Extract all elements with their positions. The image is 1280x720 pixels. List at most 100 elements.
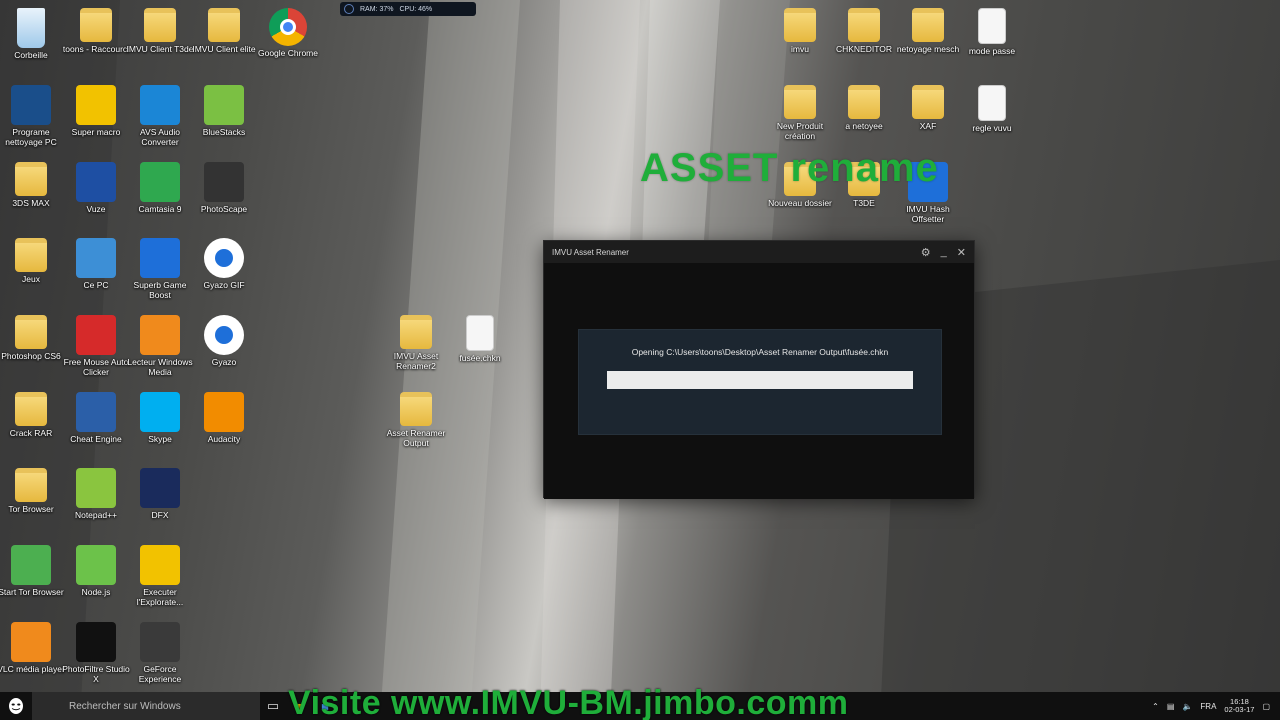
folder-icon — [848, 85, 880, 119]
desktop-icon[interactable]: Gyazo — [189, 315, 259, 368]
desktop-icon[interactable]: Gyazo GIF — [189, 238, 259, 291]
desktop-icon-label: IMVU Client elite — [192, 44, 256, 54]
desktop-icon[interactable]: toons - Raccourci — [61, 8, 131, 55]
asset-renamer-window[interactable]: IMVU Asset Renamer ⚙ _ ✕ Opening C:\User… — [543, 240, 975, 499]
desktop-icon[interactable]: Executer l'Explorate... — [125, 545, 195, 608]
taskbar-search-box[interactable]: Rechercher sur Windows — [32, 692, 260, 720]
clock[interactable]: 16:18 02-03-17 — [1224, 697, 1254, 715]
nodejs-icon — [76, 545, 116, 585]
desktop-icon[interactable]: VLC média player — [0, 622, 66, 675]
desktop-icon[interactable]: Start Tor Browser — [0, 545, 66, 598]
desktop-icon[interactable]: imvu — [765, 8, 835, 55]
desktop-icon[interactable]: Programe nettoyage PC — [0, 85, 66, 148]
desktop-icon[interactable]: DFX — [125, 468, 195, 521]
desktop-icon[interactable]: PhotoFiltre Studio X — [61, 622, 131, 685]
macro-icon — [76, 85, 116, 125]
desktop-icon[interactable]: Camtasia 9 — [125, 162, 195, 215]
desktop-icon[interactable]: Free Mouse Auto Clicker — [61, 315, 131, 378]
desktop-icon[interactable]: BlueStacks — [189, 85, 259, 138]
desktop-icon-label: Corbeille — [14, 50, 48, 60]
overlay-title: ASSET rename — [640, 146, 939, 190]
desktop-icon[interactable]: XAF — [893, 85, 963, 132]
desktop-icon-label: Programe nettoyage PC — [5, 127, 57, 147]
progress-bar — [607, 371, 913, 389]
desktop-icon[interactable]: fusée.chkn — [445, 315, 515, 364]
desktop-icon[interactable]: IMVU Asset Renamer2 — [381, 315, 451, 372]
cleaner-icon — [11, 85, 51, 125]
desktop-icon-label: Photoshop CS6 — [1, 351, 61, 361]
folder-shortcut-icon — [80, 8, 112, 42]
desktop-icon-label: Crack RAR — [9, 428, 53, 438]
desktop-icon[interactable]: IMVU Client T3de — [125, 8, 195, 55]
tor-icon — [15, 468, 47, 502]
resource-monitor-widget[interactable]: RAM: 37% CPU: 46% — [340, 2, 476, 16]
desktop-icon-label: Tor Browser — [8, 504, 54, 514]
desktop-icon[interactable]: Superb Game Boost — [125, 238, 195, 301]
desktop-icon[interactable]: Jeux — [0, 238, 66, 285]
desktop-icon[interactable]: Audacity — [189, 392, 259, 445]
window-titlebar[interactable]: IMVU Asset Renamer ⚙ _ ✕ — [544, 241, 974, 263]
desktop-icon-label: BlueStacks — [202, 127, 246, 137]
media-player-icon — [140, 315, 180, 355]
photoscape-icon — [204, 162, 244, 202]
desktop-icon[interactable]: GeForce Experience — [125, 622, 195, 685]
desktop-icon-label: VLC média player — [0, 664, 65, 674]
notification-icon[interactable]: ▢ — [1262, 702, 1270, 711]
start-button[interactable] — [0, 692, 32, 720]
desktop-icon[interactable]: netoyage mesch — [893, 8, 963, 55]
desktop-icon[interactable]: CHKNEDITOR — [829, 8, 899, 55]
desktop-icon-label: Executer l'Explorate... — [136, 587, 184, 607]
desktop-icon-label: imvu — [791, 44, 809, 54]
desktop-icon[interactable]: Cheat Engine — [61, 392, 131, 445]
desktop-icon-label: AVS Audio Converter — [139, 127, 180, 147]
desktop-icon-label: Notepad++ — [74, 510, 118, 520]
window-body: Opening C:\Users\toons\Desktop\Asset Ren… — [544, 263, 974, 499]
desktop-icon[interactable]: Skype — [125, 392, 195, 445]
desktop-icon[interactable]: 3DS MAX — [0, 162, 66, 209]
volume-icon[interactable]: 🔈 — [1182, 702, 1192, 711]
desktop-icon[interactable]: regle vuvu — [957, 85, 1027, 134]
file-icon — [978, 85, 1006, 121]
desktop-icon[interactable]: Ce PC — [61, 238, 131, 291]
desktop-icon[interactable]: Lecteur Windows Media — [125, 315, 195, 378]
cpu-usage: CPU: 46% — [399, 5, 433, 13]
desktop-icon[interactable]: New Produit création — [765, 85, 835, 142]
desktop-icon[interactable]: AVS Audio Converter — [125, 85, 195, 148]
close-icon[interactable]: ✕ — [957, 246, 966, 259]
desktop-icon[interactable]: Photoshop CS6 — [0, 315, 66, 362]
desktop-icon[interactable]: PhotoScape — [189, 162, 259, 215]
explorer-icon — [140, 545, 180, 585]
desktop-icon[interactable]: a netoyee — [829, 85, 899, 132]
desktop-icon-label: Ce PC — [83, 280, 109, 290]
desktop-icon-label: Node.js — [81, 587, 111, 597]
desktop-icon[interactable]: IMVU Client elite — [189, 8, 259, 55]
desktop-icon[interactable]: Notepad++ — [61, 468, 131, 521]
desktop-icon[interactable]: Super macro — [61, 85, 131, 138]
folder-icon — [144, 8, 176, 42]
desktop-icon-label: Super macro — [71, 127, 121, 137]
gear-icon[interactable]: ⚙ — [921, 246, 931, 259]
network-icon[interactable]: ▤ — [1167, 702, 1175, 711]
language-indicator[interactable]: FRA — [1200, 702, 1216, 711]
task-view-icon[interactable]: ▭ — [260, 692, 286, 720]
desktop-icon[interactable]: Node.js — [61, 545, 131, 598]
desktop-icon[interactable]: mode passe — [957, 8, 1027, 57]
vlc-icon — [11, 622, 51, 662]
desktop-icon-label: IMVU Client T3de — [126, 44, 194, 54]
desktop-icon[interactable]: Google Chrome — [253, 8, 323, 59]
desktop-icon[interactable]: Corbeille — [0, 8, 66, 61]
chevron-up-icon[interactable]: ⌃ — [1152, 702, 1159, 711]
geforce-icon — [140, 622, 180, 662]
gyazo-gif-icon — [204, 238, 244, 278]
desktop-icon[interactable]: Tor Browser — [0, 468, 66, 515]
gyazo-icon — [204, 315, 244, 355]
desktop-icon-label: Skype — [148, 434, 172, 444]
desktop-icon-label: Jeux — [22, 274, 40, 284]
desktop-icon[interactable]: Asset Renamer Output — [381, 392, 451, 449]
desktop-icon-label: PhotoScape — [200, 204, 248, 214]
desktop-icon[interactable]: Crack RAR — [0, 392, 66, 439]
minimize-icon[interactable]: _ — [941, 246, 947, 258]
desktop-icon[interactable]: Vuze — [61, 162, 131, 215]
overlay-banner: Visite www.IMVU-BM.jimbo.comm — [288, 684, 849, 720]
3dsmax-icon — [15, 162, 47, 196]
